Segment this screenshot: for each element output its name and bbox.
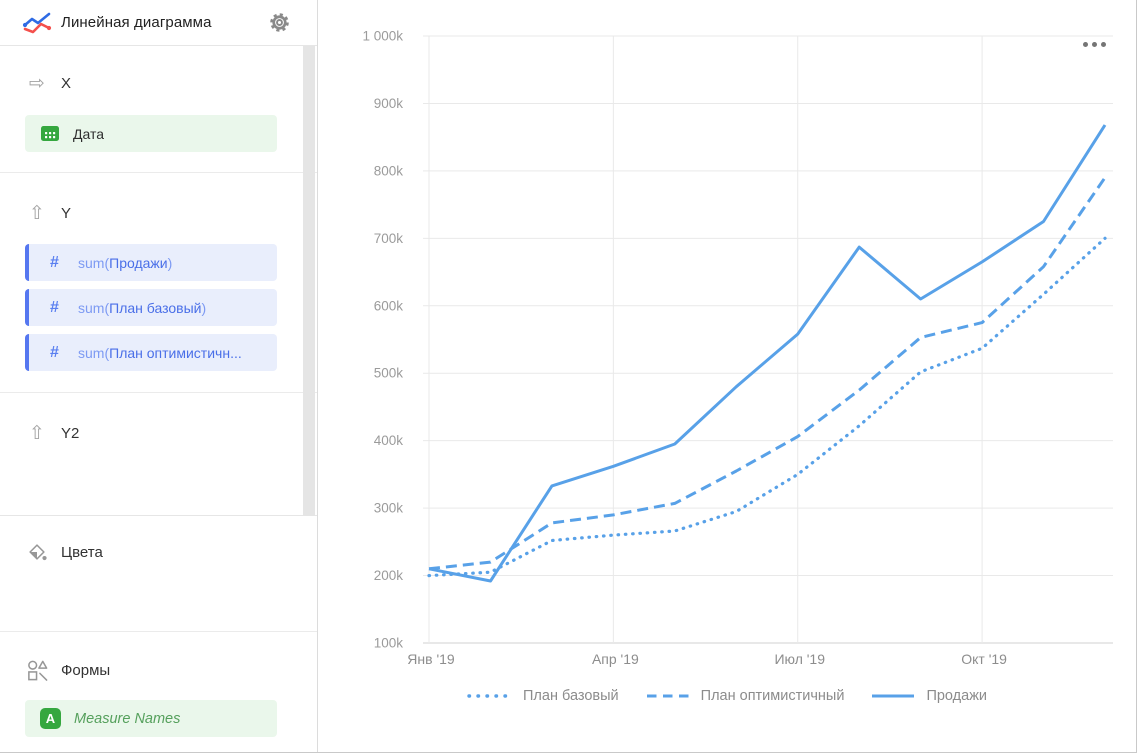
section-y-label: Y [61, 205, 71, 222]
chart-more-menu-icon[interactable] [1080, 39, 1109, 50]
x-axis-tick-label: Апр '19 [592, 651, 639, 667]
section-x-header: ⇨ X [0, 71, 317, 95]
y-axis-tick-label: 700k [374, 231, 404, 246]
chart-legend: План базовый План оптимистичный Продажи [318, 688, 1136, 704]
arrow-up-icon: ⇧ [25, 421, 49, 445]
legend-item-solid[interactable]: Продажи [870, 688, 987, 704]
legend-swatch-solid [870, 693, 916, 699]
section-y2-header: ⇧ Y2 [0, 421, 317, 445]
line-chart-logo-icon [22, 11, 52, 35]
field-label-date: Дата [73, 126, 104, 142]
y-axis-tick-label: 600k [374, 298, 404, 313]
field-pill-date[interactable]: Дата [25, 115, 277, 152]
legend-label: Продажи [926, 688, 987, 704]
legend-swatch-dashed [645, 693, 691, 699]
series-dotted[interactable] [429, 238, 1105, 575]
section-colors-label: Цвета [61, 544, 103, 561]
sidebar-scrollbar[interactable] [303, 46, 315, 516]
section-colors-header: Цвета [0, 540, 317, 564]
calendar-icon [40, 124, 60, 143]
section-y: ⇧ Y # sum(Продажи) # sum(План базовый) #… [0, 173, 317, 393]
arrow-up-icon: ⇧ [25, 201, 49, 225]
x-axis-tick-label: Июл '19 [774, 651, 825, 667]
hash-icon: # [44, 344, 65, 362]
dimension-a-icon: A [40, 708, 61, 729]
measure-formula: sum(План оптимистичн... [78, 345, 242, 361]
measure-pill-sales[interactable]: # sum(Продажи) [25, 244, 277, 281]
paint-bucket-icon [25, 540, 49, 564]
field-label-measure-names: Measure Names [74, 711, 180, 727]
measure-formula: sum(Продажи) [78, 255, 172, 271]
hash-icon: # [44, 299, 65, 317]
section-y-header: ⇧ Y [0, 201, 317, 225]
x-axis-tick-label: Янв '19 [407, 651, 455, 667]
y-axis-tick-label: 400k [374, 433, 404, 448]
y-axis-tick-label: 200k [374, 568, 404, 583]
measure-formula: sum(План базовый) [78, 300, 206, 316]
section-x: ⇨ X Дата [0, 46, 317, 173]
legend-label: План оптимистичный [701, 688, 845, 704]
measure-pill-base-plan[interactable]: # sum(План базовый) [25, 289, 277, 326]
y-axis-tick-label: 500k [374, 366, 404, 381]
x-axis-tick-label: Окт '19 [961, 651, 1007, 667]
legend-label: План базовый [523, 688, 619, 704]
section-y2: ⇧ Y2 [0, 393, 317, 445]
chart-canvas: 1 000k 900k 800k 700k 600k 500k 400k 300k 200k 10… [318, 0, 1136, 752]
sidebar-header: Линейная диаграмма [0, 0, 317, 46]
y-axis-tick-label: 1 000k [362, 29, 403, 44]
series-solid[interactable] [429, 125, 1105, 581]
arrow-right-icon: ⇨ [25, 71, 49, 95]
line-chart[interactable]: 1 000k 900k 800k 700k 600k 500k 400k 300k 200k 10… [318, 0, 1136, 753]
section-x-label: X [61, 75, 71, 92]
hash-icon: # [44, 254, 65, 272]
y-axis-tick-label: 900k [374, 96, 404, 111]
section-shapes: Формы A Measure Names [0, 632, 317, 737]
config-sidebar: Линейная диаграмма ⇨ X [0, 0, 318, 752]
section-colors: Цвета [0, 516, 317, 632]
legend-item-dashed[interactable]: План оптимистичный [645, 688, 845, 704]
section-shapes-header: Формы [0, 658, 317, 682]
y-axis-tick-label: 100k [374, 636, 404, 651]
y-axis-tick-label: 800k [374, 163, 404, 178]
y-axis-tick-label: 300k [374, 501, 404, 516]
legend-swatch-dotted [467, 693, 513, 699]
section-y2-label: Y2 [61, 425, 79, 442]
legend-item-dotted[interactable]: План базовый [467, 688, 619, 704]
sidebar-scroll-area: ⇨ X Дата [0, 46, 317, 516]
chart-type-title: Линейная диаграмма [61, 14, 268, 31]
shapes-icon [25, 658, 49, 682]
gear-icon[interactable] [268, 11, 291, 34]
field-pill-measure-names[interactable]: A Measure Names [25, 700, 277, 737]
section-shapes-label: Формы [61, 662, 110, 679]
chart-builder-window: Линейная диаграмма ⇨ X [0, 0, 1137, 753]
measure-pill-optimistic-plan[interactable]: # sum(План оптимистичн... [25, 334, 277, 371]
